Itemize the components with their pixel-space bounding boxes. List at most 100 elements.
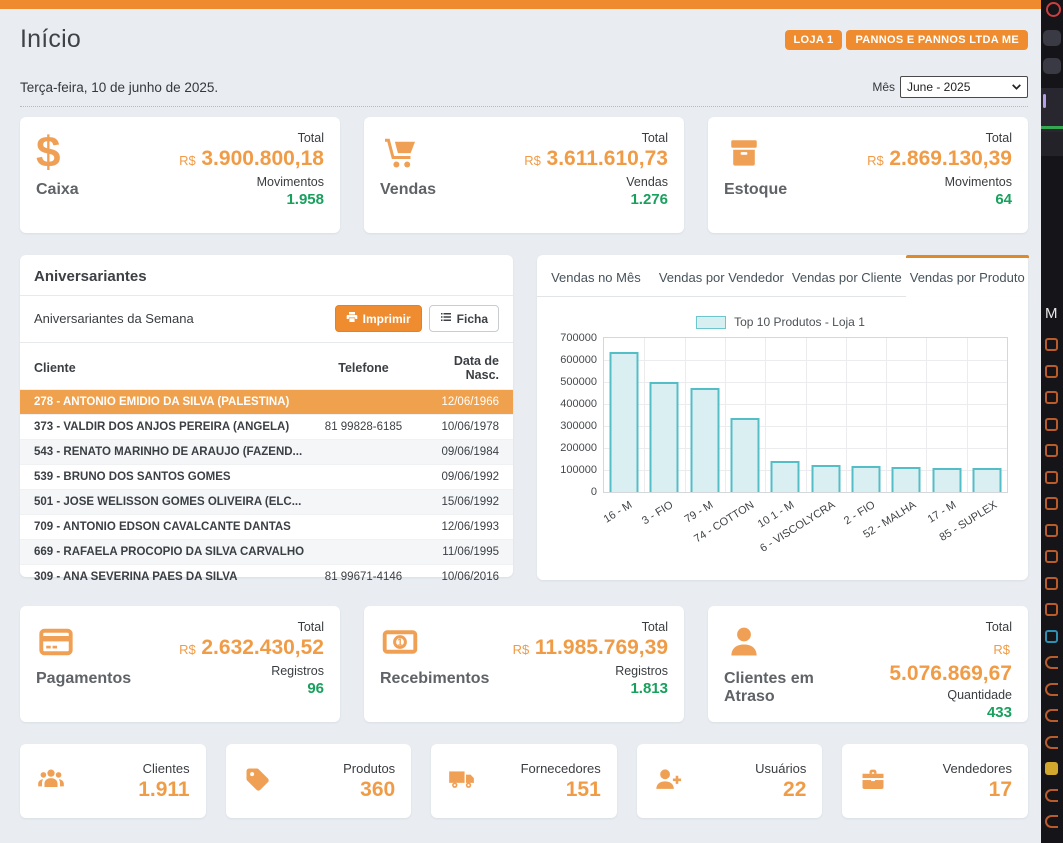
background-app-icon [1045, 683, 1058, 696]
mini-card-fornecedores: Fornecedores 151 [431, 744, 617, 818]
sales-chart-body: Top 10 Produtos - Loja 1 700000600000500… [537, 297, 1028, 580]
count-value: 64 [867, 191, 1012, 208]
background-app-icon [1045, 365, 1058, 378]
month-picker: Mês June - 2025 [872, 76, 1028, 98]
client-name: 501 - JOSE WELISSON GOMES OLIVEIRA (ELC.… [34, 496, 306, 508]
total-value: R$ 11.985.769,39 [513, 636, 668, 662]
count-value: 433 [868, 704, 1012, 721]
background-app-icon [1045, 577, 1058, 590]
x-axis-tick-label: 17 - M [926, 499, 959, 526]
x-axis-tick-label: 6 - VISCOLYCRA [758, 499, 837, 555]
birthday-table-row[interactable]: 539 - BRUNO DOS SANTOS GOMES09/06/1992 [20, 464, 513, 489]
y-axis-tick-label: 300000 [560, 420, 597, 432]
client-birthdate: 10/06/1978 [421, 421, 499, 433]
ficha-button[interactable]: Ficha [429, 305, 499, 332]
bar-85 - SUPLEX [972, 468, 1001, 492]
header-badges: LOJA 1 PANNOS E PANNOS LTDA ME [785, 30, 1028, 50]
background-app-icon [1045, 736, 1058, 749]
summary-card-title: Recebimentos [380, 670, 489, 688]
birthday-table-row[interactable]: 669 - RAFAELA PROCOPIO DA SILVA CARVALHO… [20, 539, 513, 564]
client-name: 669 - RAFAELA PROCOPIO DA SILVA CARVALHO [34, 546, 306, 558]
bar-52 - MALHA [892, 467, 921, 492]
mini-card-value: 151 [521, 778, 601, 802]
tab-vendas-por-vendedor[interactable]: Vendas por Vendedor [655, 255, 788, 297]
print-button[interactable]: Imprimir [335, 305, 422, 332]
month-select[interactable]: June - 2025 [900, 76, 1028, 98]
background-window-strip: M [1041, 0, 1063, 843]
company-badge-button[interactable]: PANNOS E PANNOS LTDA ME [846, 30, 1028, 50]
background-app-icon: M [1045, 305, 1058, 322]
y-axis-tick-label: 600000 [560, 354, 597, 366]
chart-legend: Top 10 Produtos - Loja 1 [547, 315, 1014, 329]
total-value: R$ 5.076.869,67 [868, 636, 1012, 686]
briefcase-icon [858, 765, 888, 798]
birthday-table-row[interactable]: 373 - VALDIR DOS ANJOS PEREIRA (ANGELA)8… [20, 414, 513, 439]
total-value: R$ 3.611.610,73 [524, 147, 668, 173]
tab-vendas-no-mês[interactable]: Vendas no Mês [537, 255, 655, 297]
money-bill-icon: 1 [380, 620, 489, 664]
birthday-table-row[interactable]: 709 - ANTONIO EDSON CAVALCANTE DANTAS12/… [20, 514, 513, 539]
gridline [685, 338, 686, 492]
tag-icon [242, 765, 272, 798]
x-axis-tick-label: 16 - M [602, 499, 635, 526]
summary-cards-bottom-row: PagamentosTotalR$ 2.632.430,52Registros9… [20, 606, 1028, 722]
mini-card-value: 22 [755, 778, 806, 802]
background-app-icon [1041, 132, 1063, 156]
birthdays-subheader: Aniversariantes da Semana Imprimir [20, 296, 513, 343]
users-icon [36, 765, 66, 798]
birthday-table-row[interactable]: 309 - ANA SEVERINA PAES DA SILVA81 99671… [20, 564, 513, 589]
client-birthdate: 11/06/1995 [421, 546, 499, 558]
tab-vendas-por-produto[interactable]: Vendas por Produto [906, 255, 1029, 297]
client-name: 278 - ANTONIO EMIDIO DA SILVA (PALESTINA… [34, 396, 306, 408]
x-axis-tick-label: 3 - FIO [640, 499, 675, 527]
background-app-icon [1045, 789, 1058, 802]
page-title: Início [20, 25, 81, 54]
background-app-icon [1045, 603, 1058, 616]
birthdays-title: Aniversariantes [20, 268, 513, 296]
mini-card-clientes: Clientes1.911 [20, 744, 206, 818]
birthdays-subtitle: Aniversariantes da Semana [34, 311, 194, 326]
client-birthdate: 12/06/1966 [421, 396, 499, 408]
count-label: Vendas [524, 175, 668, 189]
count-value: 96 [179, 680, 324, 697]
legend-label: Top 10 Produtos - Loja 1 [734, 315, 865, 329]
background-app-icon [1045, 471, 1058, 484]
birthday-table-row[interactable]: 278 - ANTONIO EMIDIO DA SILVA (PALESTINA… [20, 389, 513, 414]
sales-panel: Vendas no MêsVendas por VendedorVendas p… [537, 255, 1028, 580]
background-app-icon [1045, 762, 1058, 775]
tab-vendas-por-cliente[interactable]: Vendas por Cliente [788, 255, 906, 297]
mini-card-produtos: Produtos360 [226, 744, 412, 818]
count-label: Registros [179, 664, 324, 678]
store-badge-button[interactable]: LOJA 1 [785, 30, 843, 50]
middle-row: Aniversariantes Aniversariantes da Seman… [20, 255, 1028, 580]
mini-cards-row: Clientes1.911 Produtos360 Fornecedores 151 U… [20, 744, 1028, 818]
count-label: Quantidade [868, 688, 1012, 702]
gridline [806, 338, 807, 492]
client-name: 309 - ANA SEVERINA PAES DA SILVA [34, 571, 306, 583]
client-birthdate: 09/06/1992 [421, 471, 499, 483]
client-birthdate: 12/06/1993 [421, 521, 499, 533]
background-app-icon [1045, 497, 1058, 510]
count-value: 1.813 [513, 680, 668, 697]
bar-74 - COTTON [731, 418, 760, 492]
summary-card-clientes-atraso: Clientes em AtrasoTotalR$ 5.076.869,67Qu… [708, 606, 1028, 722]
bar-3 - FIO [650, 382, 679, 492]
gridline [967, 338, 968, 492]
printer-icon [346, 311, 358, 326]
total-label: Total [179, 620, 324, 634]
summary-card-recebimentos: 1RecebimentosTotalR$ 11.985.769,39Regist… [364, 606, 684, 722]
background-app-icon [1045, 444, 1058, 457]
month-label: Mês [872, 80, 895, 94]
mini-card-label: Usuários [755, 761, 806, 776]
background-app-icon [1045, 656, 1058, 669]
client-name: 373 - VALDIR DOS ANJOS PEREIRA (ANGELA) [34, 421, 306, 433]
mini-card-label: Fornecedores [521, 761, 601, 776]
summary-card-caixa: $CaixaTotalR$ 3.900.800,18Movimentos1.95… [20, 117, 340, 233]
client-phone: 81 99671-4146 [306, 571, 421, 583]
birthday-table-row[interactable]: 543 - RENATO MARINHO DE ARAUJO (FAZEND..… [20, 439, 513, 464]
current-date: Terça-feira, 10 de junho de 2025. [20, 80, 218, 95]
birthday-table-row[interactable]: 501 - JOSE WELISSON GOMES OLIVEIRA (ELC.… [20, 489, 513, 514]
background-app-icon [1045, 709, 1058, 722]
summary-card-title: Vendas [380, 181, 436, 199]
count-value: 1.276 [524, 191, 668, 208]
